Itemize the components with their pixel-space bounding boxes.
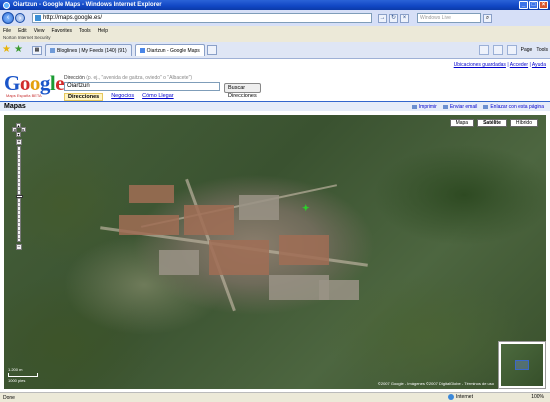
town-imagery bbox=[99, 175, 369, 315]
title-bar: Oiartzun - Google Maps - Windows Interne… bbox=[0, 0, 550, 10]
email-icon bbox=[442, 105, 448, 109]
address-bar[interactable]: http://maps.google.es/ bbox=[32, 13, 372, 23]
location-marker[interactable]: ✦ bbox=[302, 204, 310, 213]
favorites-star-icon[interactable]: ★ bbox=[2, 45, 12, 55]
search-tabs: Direcciones Negocios Cómo Llegar bbox=[64, 93, 220, 101]
saved-locations-link[interactable]: Ubicaciones guardadas bbox=[454, 62, 506, 68]
zoom-in-button[interactable]: + bbox=[16, 139, 22, 145]
logo-subtitle: Maps España BETA bbox=[6, 93, 42, 98]
pan-down-icon[interactable]: ▾ bbox=[16, 132, 21, 137]
go-icon[interactable]: → bbox=[378, 13, 387, 23]
new-tab-button[interactable] bbox=[206, 45, 217, 55]
top-links: Ubicaciones guardadas | Acceder | Ayuda bbox=[453, 62, 546, 68]
scale-label-bottom: 1000 pies bbox=[8, 378, 26, 383]
quick-tabs-icon[interactable]: ▦ bbox=[32, 45, 42, 55]
google-logo[interactable]: Google bbox=[4, 73, 65, 94]
satellite-map[interactable]: ✦ ▴ ◂ ▸ ▾ + − Mapa Satélite Híbrido 1.20… bbox=[4, 115, 546, 389]
address-row: ‹ › http://maps.google.es/ → ↻ × Windows… bbox=[0, 10, 550, 26]
search-input[interactable]: Oiartzun bbox=[64, 82, 220, 91]
search-area: Dirección (p. ej., "avenida de gaitza, o… bbox=[64, 75, 261, 101]
search-button[interactable]: Buscar Direcciones bbox=[224, 83, 261, 99]
link-icon bbox=[483, 105, 489, 109]
pan-right-icon[interactable]: ▸ bbox=[21, 127, 26, 132]
stop-icon[interactable]: × bbox=[400, 13, 409, 23]
print-link[interactable]: Imprimir bbox=[411, 104, 437, 110]
menu-file[interactable]: File bbox=[3, 28, 11, 34]
menu-view[interactable]: View bbox=[34, 28, 45, 34]
pan-control: ▴ ◂ ▸ ▾ bbox=[12, 123, 26, 137]
email-link[interactable]: Enviar email bbox=[442, 104, 477, 110]
live-search-input[interactable]: Windows Live bbox=[417, 13, 481, 23]
tab-favicon bbox=[139, 48, 145, 53]
tab-bloglines[interactable]: Bloglines | My Feeds (140) (91) bbox=[45, 44, 132, 56]
scale-bar bbox=[8, 373, 38, 377]
map-type-satelite[interactable]: Satélite bbox=[477, 119, 507, 127]
maximize-button[interactable]: □ bbox=[529, 1, 538, 9]
norton-toolbar[interactable]: Norton Internet Security bbox=[0, 35, 550, 42]
page-menu[interactable]: Page bbox=[521, 47, 533, 53]
home-icon[interactable] bbox=[478, 45, 489, 55]
map-links: Imprimir Enviar email Enlazar con esta p… bbox=[411, 104, 544, 110]
print-icon[interactable] bbox=[506, 45, 517, 55]
zoom-control: ▴ ◂ ▸ ▾ + − bbox=[12, 123, 26, 250]
address-url: http://maps.google.es/ bbox=[43, 15, 103, 21]
globe-icon bbox=[448, 394, 454, 400]
close-button[interactable]: × bbox=[539, 1, 548, 9]
zoom-level[interactable]: 100% bbox=[531, 394, 544, 400]
tab-como-llegar[interactable]: Cómo Llegar bbox=[142, 93, 174, 101]
overview-map[interactable] bbox=[498, 341, 546, 389]
tab-google-maps[interactable]: Oiartzun - Google Maps bbox=[134, 44, 205, 56]
tools-menu[interactable]: Tools bbox=[536, 47, 548, 53]
tab-negocios[interactable]: Negocios bbox=[111, 93, 134, 101]
zoom-out-button[interactable]: − bbox=[16, 244, 22, 250]
tab-favicon bbox=[50, 48, 55, 53]
security-zone: Internet bbox=[448, 394, 473, 400]
map-scale: 1.200 m 1000 pies bbox=[8, 367, 38, 383]
forward-button[interactable]: › bbox=[15, 13, 25, 23]
status-text: Done bbox=[3, 394, 15, 401]
feeds-icon[interactable] bbox=[492, 45, 503, 55]
minimize-button[interactable]: _ bbox=[519, 1, 528, 9]
map-type-hibrido[interactable]: Híbrido bbox=[509, 119, 538, 127]
refresh-icon[interactable]: ↻ bbox=[389, 13, 398, 23]
window-controls: _ □ × bbox=[519, 1, 548, 9]
link-to-page[interactable]: Enlazar con esta página bbox=[483, 104, 544, 110]
tab-row: ★ ★ ▦ Bloglines | My Feeds (140) (91) Oi… bbox=[0, 42, 550, 59]
page-icon bbox=[35, 15, 41, 21]
add-favorites-icon[interactable]: ★ bbox=[14, 45, 24, 55]
status-bar: Done Internet 100% bbox=[0, 392, 550, 402]
zoom-slider-thumb[interactable] bbox=[16, 195, 23, 198]
menu-help[interactable]: Help bbox=[98, 28, 108, 34]
tab-direcciones[interactable]: Direcciones bbox=[64, 93, 104, 101]
google-maps-page: Ubicaciones guardadas | Acceder | Ayuda … bbox=[0, 59, 550, 392]
tab-label: Oiartzun - Google Maps bbox=[146, 47, 200, 54]
back-button[interactable]: ‹ bbox=[2, 12, 14, 24]
ie-icon bbox=[3, 1, 10, 9]
printer-icon bbox=[411, 105, 417, 109]
menu-edit[interactable]: Edit bbox=[18, 28, 27, 34]
maps-header-bar: Mapas Imprimir Enviar email Enlazar con … bbox=[0, 101, 550, 111]
zoom-slider[interactable] bbox=[16, 146, 23, 242]
scale-label-top: 1.200 m bbox=[8, 367, 23, 372]
map-copyright: ©2007 Google - Imágenes ©2007 DigitalGlo… bbox=[377, 381, 494, 386]
menu-bar: File Edit View Favorites Tools Help bbox=[0, 26, 550, 35]
search-icon[interactable]: ⌕ bbox=[483, 13, 492, 23]
section-title: Mapas bbox=[4, 103, 26, 110]
command-bar: Page Tools bbox=[478, 45, 548, 55]
map-type-mapa[interactable]: Mapa bbox=[449, 119, 475, 127]
window-title: Oiartzun - Google Maps - Windows Interne… bbox=[13, 2, 162, 8]
menu-tools[interactable]: Tools bbox=[79, 28, 91, 34]
menu-favorites[interactable]: Favorites bbox=[51, 28, 72, 34]
tab-label: Bloglines | My Feeds (140) (91) bbox=[57, 47, 127, 54]
sign-in-link[interactable]: Acceder bbox=[510, 62, 528, 68]
search-label: Dirección (p. ej., "avenida de gaitza, o… bbox=[64, 75, 193, 81]
overview-viewport[interactable] bbox=[515, 360, 529, 370]
map-type-controls: Mapa Satélite Híbrido bbox=[449, 119, 538, 127]
help-link[interactable]: Ayuda bbox=[532, 62, 546, 68]
